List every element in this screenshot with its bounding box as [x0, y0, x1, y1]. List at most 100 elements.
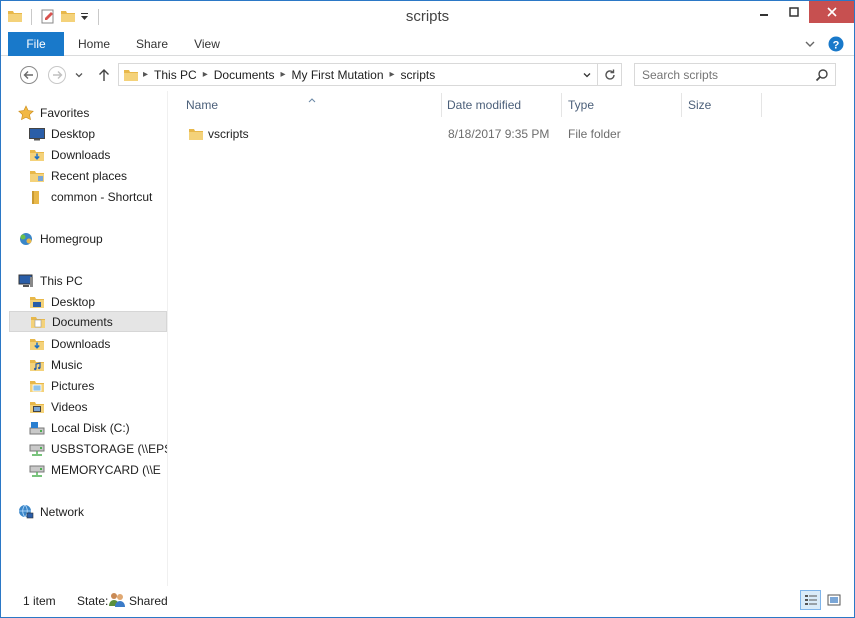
nav-item-usbstorage[interactable]: USBSTORAGE (\\EPS — [1, 438, 167, 459]
nav-item-downloads[interactable]: Downloads — [1, 144, 167, 165]
refresh-button[interactable] — [597, 64, 621, 85]
forward-button[interactable] — [47, 65, 67, 85]
address-history-chevron-icon[interactable] — [579, 64, 595, 85]
nav-label: Recent places — [51, 168, 128, 183]
breadcrumb-scripts[interactable]: scripts — [397, 68, 440, 82]
nav-item-common-shortcut[interactable]: common - Shortcut — [1, 186, 167, 207]
tab-home[interactable]: Home — [71, 32, 117, 56]
nav-label: Pictures — [51, 378, 95, 393]
table-row[interactable]: vscripts 8/18/2017 9:35 PM File folder — [179, 124, 829, 144]
nav-label: Network — [40, 504, 85, 519]
network-drive-icon — [29, 441, 45, 457]
folder-shortcut-icon — [29, 189, 45, 205]
nav-item-videos[interactable]: Videos — [1, 396, 167, 417]
music-folder-icon — [29, 357, 45, 373]
desktop-folder-icon — [29, 294, 45, 310]
large-icons-view-button[interactable] — [823, 590, 844, 610]
expand-ribbon-chevron-icon[interactable] — [804, 38, 816, 53]
back-button[interactable] — [19, 65, 39, 85]
nav-homegroup[interactable]: Homegroup — [1, 228, 167, 249]
minimize-button[interactable] — [749, 1, 779, 23]
network-icon — [18, 504, 34, 520]
nav-label: Homegroup — [40, 231, 103, 246]
close-button[interactable] — [809, 1, 854, 23]
nav-item-memorycard[interactable]: MEMORYCARD (\\E — [1, 459, 167, 480]
column-header-name[interactable]: Name — [186, 91, 440, 119]
documents-folder-icon — [30, 314, 46, 330]
nav-label: common - Shortcut — [51, 189, 153, 204]
tab-file[interactable]: File — [8, 32, 64, 56]
file-list: Name Date modified Type Size vscripts 8/… — [169, 91, 853, 586]
star-icon — [18, 104, 34, 121]
chevron-right-icon[interactable]: ▸ — [141, 69, 150, 80]
navigation-pane: Favorites Desktop Downloads Recent place… — [1, 91, 168, 586]
nav-item-local-disk[interactable]: Local Disk (C:) — [1, 417, 167, 438]
state-value: Shared — [129, 594, 168, 608]
ribbon-tabs: File Home Share View ? — [1, 32, 854, 56]
item-count: 1 item — [23, 594, 56, 608]
search-box[interactable] — [634, 63, 836, 86]
tab-view[interactable]: View — [185, 32, 229, 56]
shared-users-icon — [108, 591, 126, 612]
nav-label: Documents — [52, 314, 113, 329]
folder-icon — [123, 67, 139, 83]
svg-text:?: ? — [833, 40, 840, 52]
nav-this-pc[interactable]: This PC — [1, 270, 167, 291]
column-header-date-modified[interactable]: Date modified — [447, 91, 561, 119]
chevron-right-icon[interactable]: ▸ — [201, 69, 210, 80]
computer-icon — [18, 273, 34, 289]
tab-share[interactable]: Share — [129, 32, 175, 56]
details-view-button[interactable] — [800, 590, 821, 610]
navigation-bar: ▸ This PC ▸ Documents ▸ My First Mutatio… — [1, 57, 854, 91]
breadcrumb-this-pc[interactable]: This PC — [150, 68, 201, 82]
file-name[interactable]: vscripts — [208, 127, 249, 141]
nav-item-desktop[interactable]: Desktop — [1, 123, 167, 144]
nav-item-documents[interactable]: Documents — [9, 311, 167, 332]
nav-item-music[interactable]: Music — [1, 354, 167, 375]
downloads-folder-icon — [29, 336, 45, 352]
column-header-type[interactable]: Type — [568, 91, 680, 119]
file-type: File folder — [568, 127, 621, 141]
up-button[interactable] — [94, 65, 114, 85]
network-drive-icon — [29, 462, 45, 478]
downloads-folder-icon — [29, 147, 45, 163]
breadcrumb-my-first-mutation[interactable]: My First Mutation — [287, 68, 387, 82]
column-header-size[interactable]: Size — [688, 91, 760, 119]
nav-item-pc-downloads[interactable]: Downloads — [1, 333, 167, 354]
nav-network[interactable]: Network — [1, 501, 167, 522]
search-input[interactable] — [635, 64, 815, 85]
window-controls — [749, 1, 854, 23]
nav-label: Favorites — [40, 105, 90, 120]
homegroup-icon — [18, 231, 34, 247]
maximize-button[interactable] — [779, 1, 809, 23]
recent-places-icon — [29, 168, 45, 184]
chevron-right-icon[interactable]: ▸ — [388, 69, 397, 80]
status-bar: 1 item State: Shared — [1, 587, 854, 617]
nav-item-pictures[interactable]: Pictures — [1, 375, 167, 396]
column-divider[interactable] — [561, 93, 562, 117]
nav-label: Downloads — [51, 336, 111, 351]
nav-label: Videos — [51, 399, 88, 414]
help-icon[interactable]: ? — [828, 36, 844, 55]
nav-label: Local Disk (C:) — [51, 420, 130, 435]
ribbon-right-controls: ? — [804, 36, 844, 55]
nav-label: Desktop — [51, 126, 96, 141]
state-label: State: — [77, 594, 109, 608]
column-divider[interactable] — [761, 93, 762, 117]
desktop-icon — [29, 126, 45, 142]
window-title: scripts — [405, 8, 450, 25]
nav-favorites[interactable]: Favorites — [1, 102, 167, 123]
hard-drive-icon — [29, 420, 45, 436]
nav-label: Music — [51, 357, 83, 372]
nav-label: Desktop — [51, 294, 96, 309]
recent-locations-chevron-icon[interactable] — [72, 65, 86, 85]
address-bar[interactable]: ▸ This PC ▸ Documents ▸ My First Mutatio… — [118, 63, 622, 86]
column-divider[interactable] — [681, 93, 682, 117]
nav-item-pc-desktop[interactable]: Desktop — [1, 291, 167, 312]
column-divider[interactable] — [441, 93, 442, 117]
nav-item-recent-places[interactable]: Recent places — [1, 165, 167, 186]
search-icon[interactable] — [815, 68, 829, 85]
breadcrumb-documents[interactable]: Documents — [210, 68, 279, 82]
folder-icon — [188, 126, 204, 145]
chevron-right-icon[interactable]: ▸ — [278, 69, 287, 80]
